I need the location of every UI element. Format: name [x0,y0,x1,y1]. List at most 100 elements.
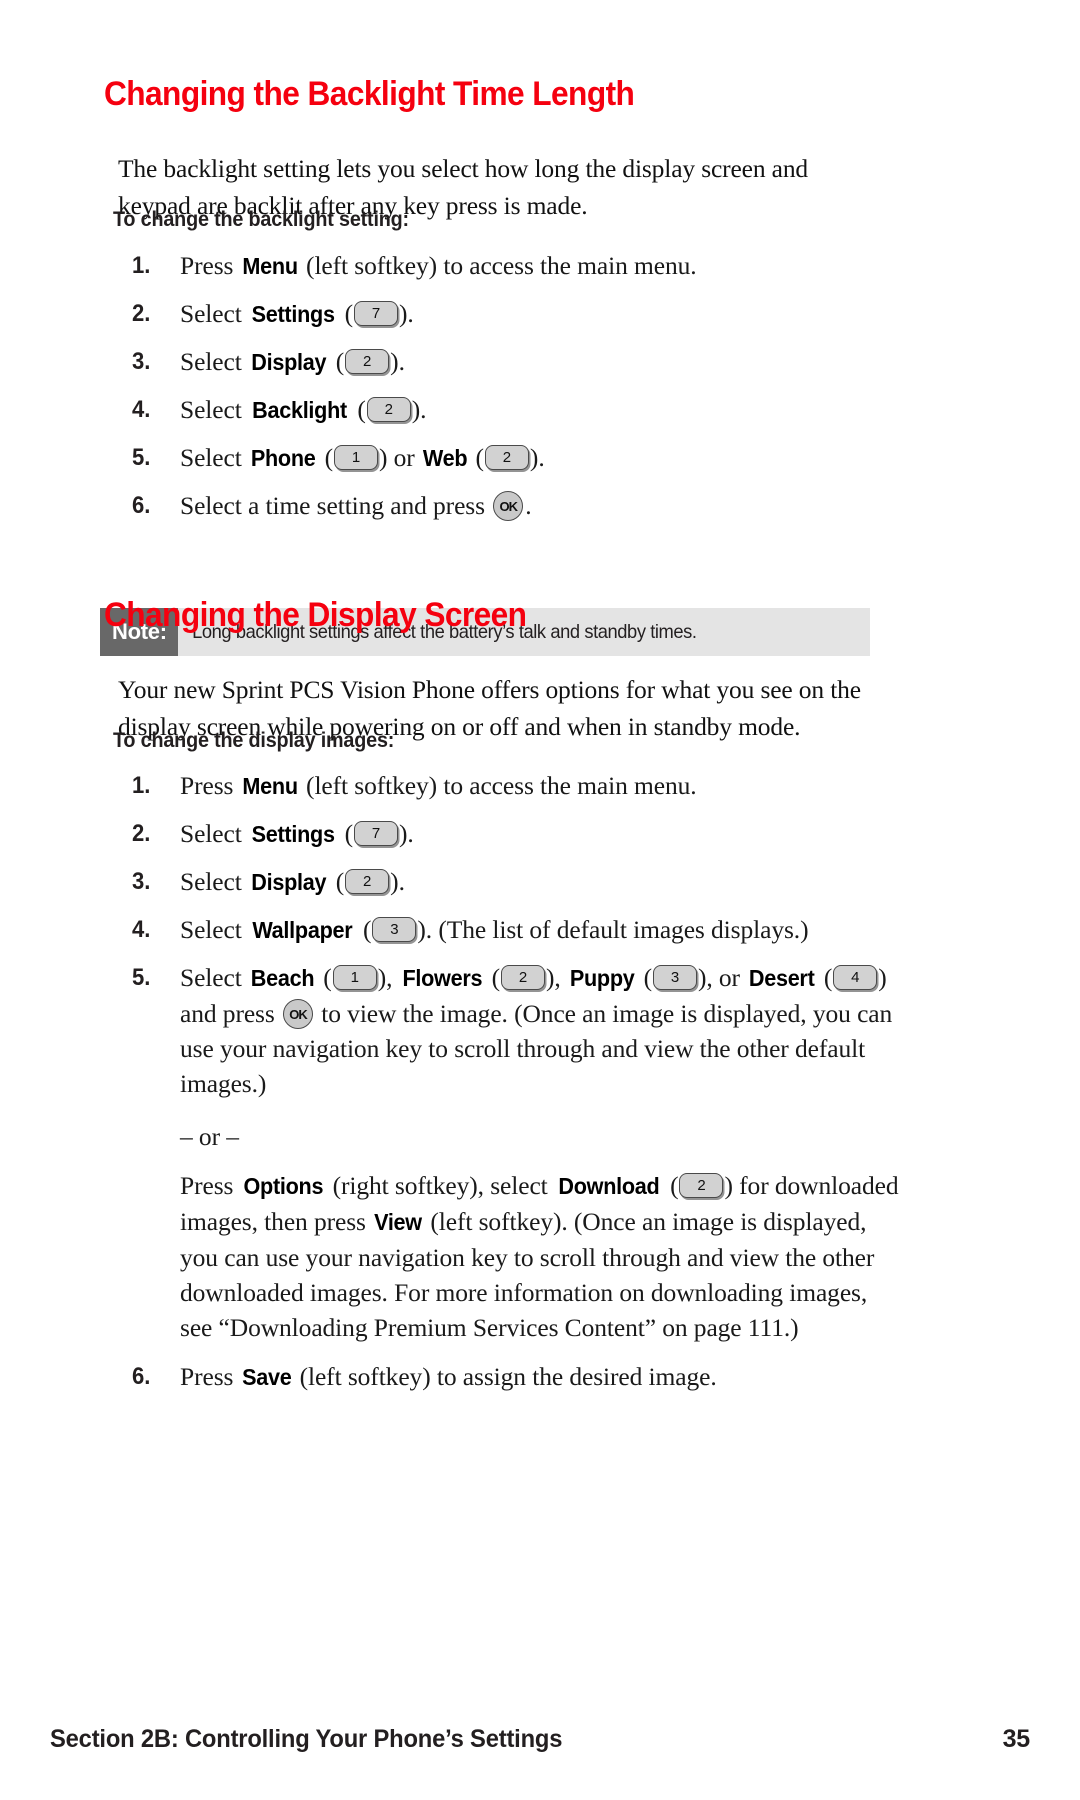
ui-term-download: Download [558,1173,660,1199]
keycap-icon: 1 [333,445,378,470]
step-number: 1. [132,252,151,279]
step-number: 3. [132,348,151,375]
step-number: 2. [132,300,151,327]
keycap-label: 4 [851,969,860,986]
keycap-label: 2 [384,401,393,418]
keycap-icon: 3 [372,917,417,942]
step-tail: ) [878,963,887,992]
keycap-icon: 4 [833,965,878,990]
step-number: 4. [132,916,151,943]
step-text-mid: or [387,443,421,472]
keycap-label: 1 [351,449,361,466]
ui-term-menu: Menu [242,773,298,799]
keycap-label: 2 [363,873,372,890]
keycap-icon: 2 [366,397,411,422]
step-number: 2. [132,820,151,847]
page-footer: Section 2B: Controlling Your Phone’s Set… [50,1725,1030,1754]
step-number: 3. [132,868,151,895]
step-sep-2: ), [546,963,567,992]
list-item: 6. Select a time setting and press OK. [122,488,892,523]
step-continuation: and press OK to view the image. (Once an… [180,999,892,1098]
list-item: 5. Select Phone (1) or Web (2). [122,440,892,476]
step-text-post: . [407,299,414,328]
step-text-pre: Press [180,1362,240,1391]
step-text-pre: Select a time setting and press [180,491,492,520]
ui-term-settings: Settings [251,821,335,847]
step-text-post: (left softkey) to assign the desired ima… [293,1362,717,1391]
keycap-icon: 3 [652,965,697,990]
ui-term-wallpaper: Wallpaper [252,917,353,943]
keycap-icon: 2 [345,869,390,894]
step-text-post: . [420,395,427,424]
ui-term-save: Save [241,1364,292,1390]
ok-button-label: OK [289,1006,308,1022]
ui-term-web: Web [422,445,468,471]
cont-pre: and press [180,999,281,1028]
list-item: 1. Press Menu (left softkey) to access t… [122,768,902,804]
step-number: 5. [132,444,151,471]
step-text-pre: Select [180,299,248,328]
step-text-pre: Select [180,347,248,376]
list-item: 2. Select Settings (7). [122,816,902,852]
step-text-pre: Select [180,819,248,848]
ui-term-desert: Desert [749,965,815,991]
keycap-label: 2 [697,1177,706,1194]
list-item: 5. Select Beach (1), Flowers (2), Puppy … [122,960,902,1345]
subhead-change-display-images: To change the display images: [113,728,395,752]
ui-term-flowers: Flowers [402,965,482,991]
ui-term-display: Display [251,869,327,895]
alternative-instructions: Press Options (right softkey), select Do… [180,1171,899,1342]
keycap-icon: 7 [353,301,398,326]
list-item: 3. Select Display (2). [122,864,902,900]
steps-list-backlight: 1. Press Menu (left softkey) to access t… [122,248,892,535]
list-item: 3. Select Display (2). [122,344,892,380]
step-text-pre: Select [180,395,248,424]
step-text-post: (left softkey) to access the main menu. [299,251,697,280]
subhead-change-backlight-setting: To change the backlight setting: [113,207,409,231]
section-heading-backlight: Changing the Backlight Time Length [104,75,635,113]
list-item: 2. Select Settings (7). [122,296,892,332]
footer-page-number: 35 [1002,1725,1031,1753]
list-item: 4. Select Backlight (2). [122,392,892,428]
ui-term-puppy: Puppy [569,965,635,991]
ok-button-icon: OK [282,999,313,1029]
ui-term-display: Display [251,349,327,375]
footer-section-title: Section 2B: Controlling Your Phone’s Set… [50,1725,563,1753]
step-text-post: . (The list of default images displays.) [425,915,809,944]
manual-page: Changing the Backlight Time Length The b… [0,0,1080,1800]
keycap-icon: 2 [501,965,546,990]
or-separator: – or – [180,1122,239,1151]
step-text-post: . [407,819,414,848]
section-heading-display-screen: Changing the Display Screen [104,596,527,634]
step-text-pre: Press [180,771,240,800]
step-text-pre: Select [180,867,248,896]
keycap-label: 2 [363,353,372,370]
ok-button-label: OK [499,498,518,514]
step-number: 4. [132,396,151,423]
list-item: 4. Select Wallpaper (3). (The list of de… [122,912,902,948]
keycap-label: 7 [371,305,381,322]
keycap-label: 3 [670,969,680,986]
keycap-icon: 2 [484,445,529,470]
keycap-label: 3 [390,921,399,938]
keycap-label: 2 [502,449,512,466]
step-text-post: (left softkey) to access the main menu. [299,771,697,800]
keycap-icon: 7 [353,821,398,846]
step-text-post: . [398,867,405,896]
step-number: 6. [132,1363,151,1390]
step-number: 5. [132,964,151,991]
ui-term-settings: Settings [251,301,335,327]
step-text-pre: Select [180,915,248,944]
keycap-label: 7 [371,825,381,842]
keycap-label: 2 [518,969,528,986]
alt-text-1: Press [180,1171,240,1200]
alt-text-2: (right softkey), select [326,1171,554,1200]
ui-term-phone: Phone [250,445,316,471]
keycap-icon: 1 [332,965,377,990]
list-item: 6. Press Save (left softkey) to assign t… [122,1359,902,1395]
step-text-post: . [538,443,545,472]
ui-term-view: View [374,1209,423,1235]
steps-list-display: 1. Press Menu (left softkey) to access t… [122,768,902,1407]
step-text-post: . [398,347,405,376]
step-text-pre: Select [180,963,248,992]
